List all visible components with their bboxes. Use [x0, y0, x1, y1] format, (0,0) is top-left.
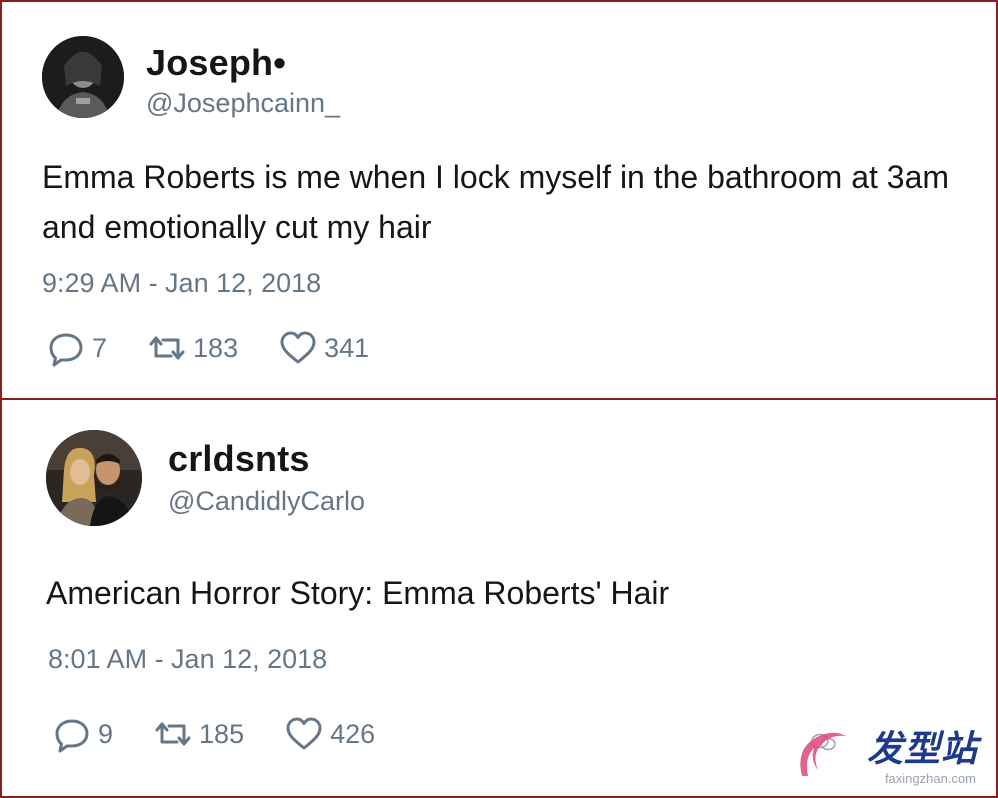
retweet-count: 185 [199, 718, 245, 749]
watermark: 发型站 faxingzhan.com [778, 729, 988, 790]
like-count: 426 [330, 718, 376, 749]
avatar[interactable] [42, 36, 124, 118]
reply-icon [49, 333, 83, 367]
retweet-button[interactable]: 185 [153, 714, 244, 754]
avatar-photo [42, 36, 124, 118]
retweet-button[interactable]: 183 [147, 328, 238, 368]
tweet-card[interactable]: crldsnts @CandidlyCarlo American Horror … [0, 398, 998, 798]
reply-count: 7 [92, 332, 108, 363]
user-handle[interactable]: @CandidlyCarlo [168, 486, 365, 517]
heart-icon [286, 717, 322, 750]
reply-icon [55, 719, 89, 753]
tweet-text: American Horror Story: Emma Roberts' Hai… [46, 575, 670, 611]
avatar[interactable] [46, 430, 142, 526]
tweet-actions: 9 185 426 [52, 714, 415, 754]
heart-icon [280, 331, 316, 364]
reply-button[interactable]: 9 [52, 714, 113, 754]
retweet-icon [149, 336, 185, 360]
reply-count: 9 [98, 718, 114, 749]
tweet-timestamp[interactable]: 9:29 AM - Jan 12, 2018 [42, 268, 321, 299]
like-button[interactable]: 341 [278, 328, 369, 368]
avatar-photo [46, 430, 142, 526]
retweet-icon [155, 722, 191, 746]
like-button[interactable]: 426 [284, 714, 375, 754]
tweet-timestamp[interactable]: 8:01 AM - Jan 12, 2018 [48, 644, 327, 675]
reply-button[interactable]: 7 [46, 328, 107, 368]
display-name[interactable]: Joseph• [146, 42, 286, 84]
tweet-actions: 7 183 341 [46, 328, 409, 368]
watermark-brand: 发型站 [866, 729, 978, 770]
tweet-text: Emma Roberts is me when I lock myself in… [42, 159, 950, 245]
tweet-card[interactable]: Joseph• @Josephcainn_ Emma Roberts is me… [0, 0, 998, 400]
like-count: 341 [324, 332, 370, 363]
retweet-count: 183 [193, 332, 239, 363]
display-name[interactable]: crldsnts [168, 438, 310, 480]
watermark-logo-icon [800, 732, 846, 776]
watermark-url: faxingzhan.com [884, 771, 976, 786]
user-handle[interactable]: @Josephcainn_ [146, 88, 340, 119]
